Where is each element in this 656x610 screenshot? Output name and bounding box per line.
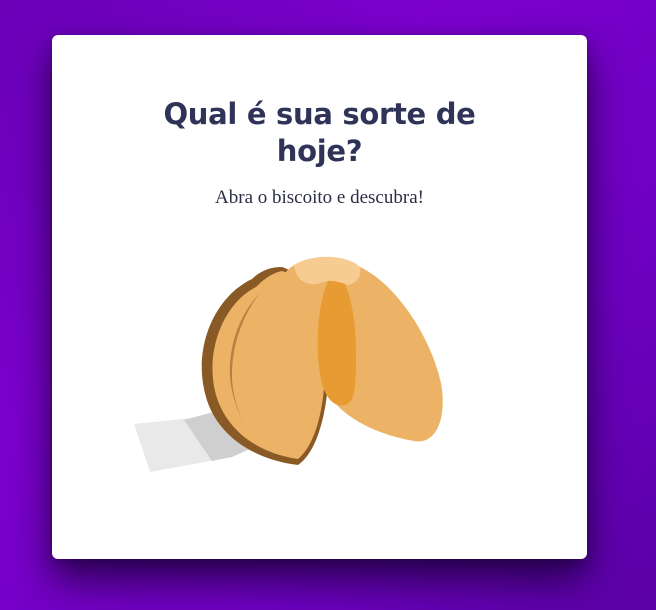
subtitle: Abra o biscoito e descubra!: [215, 187, 424, 208]
title-line-1: Qual é sua sorte de: [163, 97, 476, 131]
fortune-card: Qual é sua sorte de hoje? Abra o biscoit…: [52, 35, 587, 559]
page-title: Qual é sua sorte de hoje?: [52, 96, 587, 170]
title-line-2: hoje?: [276, 134, 363, 168]
cookie-highlight: [294, 256, 361, 285]
fortune-cookie-icon[interactable]: [132, 231, 452, 481]
